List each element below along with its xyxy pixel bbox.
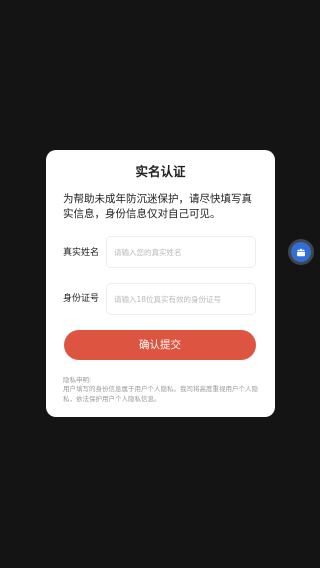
name-label: 真实姓名	[63, 248, 100, 258]
android-icon	[297, 248, 305, 257]
realname-dialog: 实名认证 为帮助未成年防沉迷保护，请尽快填写真实信息，身份信息仅对自己可见。 真…	[46, 150, 275, 417]
id-label: 身份证号	[63, 294, 100, 304]
dialog-title: 实名认证	[135, 164, 186, 179]
floating-assistant-button[interactable]	[291, 242, 311, 262]
privacy-text: 用户填写的身份信息属于用户个人隐私。我司将高度重视用户个人隐私，依法保护用户个人…	[63, 385, 258, 403]
id-number-input[interactable]	[106, 283, 256, 315]
privacy-title: 隐私申明:	[63, 376, 92, 384]
name-input[interactable]	[106, 236, 256, 268]
submit-button[interactable]: 确认提交	[64, 330, 256, 360]
dialog-description: 为帮助未成年防沉迷保护，请尽快填写真实信息，身份信息仅对自己可见。	[63, 193, 252, 220]
